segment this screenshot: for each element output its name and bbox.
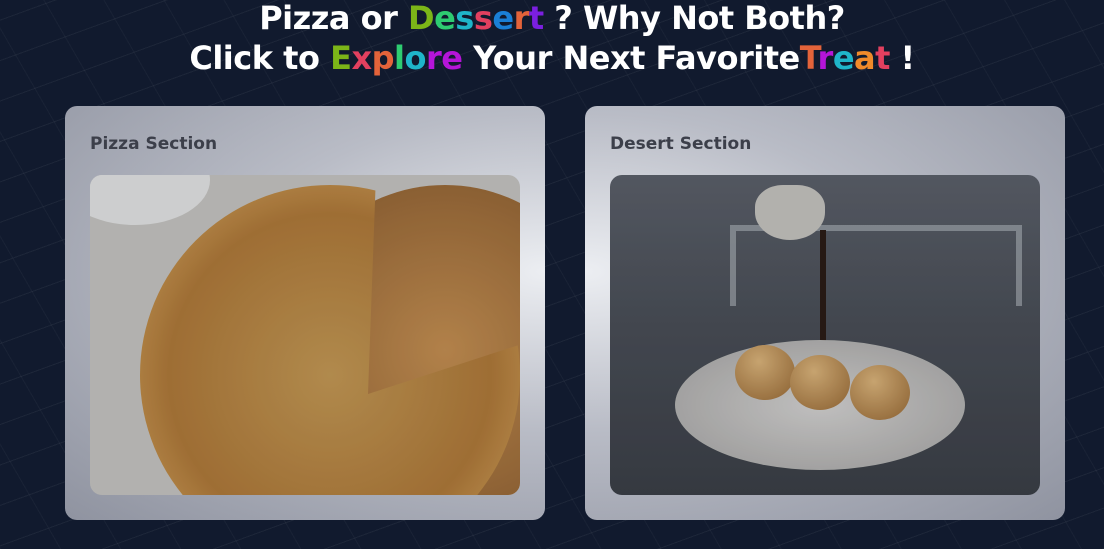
highlight-letter: D bbox=[408, 0, 435, 37]
highlight-letter: r bbox=[513, 0, 530, 37]
image-overlay bbox=[90, 175, 520, 495]
highlight-letter: s bbox=[473, 0, 493, 37]
highlight-dessert: Dessert bbox=[408, 0, 544, 37]
heading-text: ! bbox=[889, 39, 916, 77]
highlight-letter: s bbox=[455, 0, 474, 37]
highlight-letter: x bbox=[351, 39, 372, 77]
heading-text: Your Next Favorite bbox=[462, 39, 800, 77]
dessert-section-title: Desert Section bbox=[610, 134, 752, 154]
heading-line-2: Click to Explore Your Next FavoriteTreat… bbox=[0, 38, 1104, 78]
highlight-explore[interactable]: Explore bbox=[330, 39, 463, 77]
highlight-letter: t bbox=[875, 39, 890, 77]
highlight-letter: e bbox=[832, 39, 855, 77]
heading-text: Pizza or bbox=[259, 0, 409, 37]
highlight-letter: E bbox=[330, 39, 352, 77]
pizza-section-title: Pizza Section bbox=[90, 134, 218, 154]
highlight-letter: T bbox=[799, 39, 818, 77]
highlight-treat: Treat bbox=[799, 39, 891, 77]
highlight-letter: e bbox=[441, 39, 463, 77]
highlight-letter: p bbox=[371, 39, 395, 77]
heading-line-1: Pizza or Dessert ? Why Not Both? bbox=[0, 0, 1104, 38]
pizza-section-card[interactable]: Pizza Section bbox=[65, 106, 545, 520]
highlight-letter: r bbox=[425, 39, 442, 77]
highlight-letter: e bbox=[492, 0, 514, 37]
pizza-image[interactable] bbox=[90, 175, 520, 495]
highlight-letter: e bbox=[434, 0, 456, 37]
dessert-section-card[interactable]: Desert Section bbox=[585, 106, 1065, 520]
heading-text: Click to bbox=[189, 39, 331, 77]
page-heading: Pizza or Dessert ? Why Not Both? Click t… bbox=[0, 0, 1104, 78]
heading-text: ? Why Not Both? bbox=[543, 0, 845, 37]
dessert-image[interactable] bbox=[610, 175, 1040, 495]
highlight-letter: o bbox=[404, 39, 426, 77]
highlight-letter: t bbox=[528, 0, 544, 37]
image-overlay bbox=[610, 175, 1040, 495]
highlight-letter: a bbox=[854, 39, 876, 77]
highlight-letter: r bbox=[817, 39, 834, 77]
highlight-letter: l bbox=[393, 39, 405, 77]
